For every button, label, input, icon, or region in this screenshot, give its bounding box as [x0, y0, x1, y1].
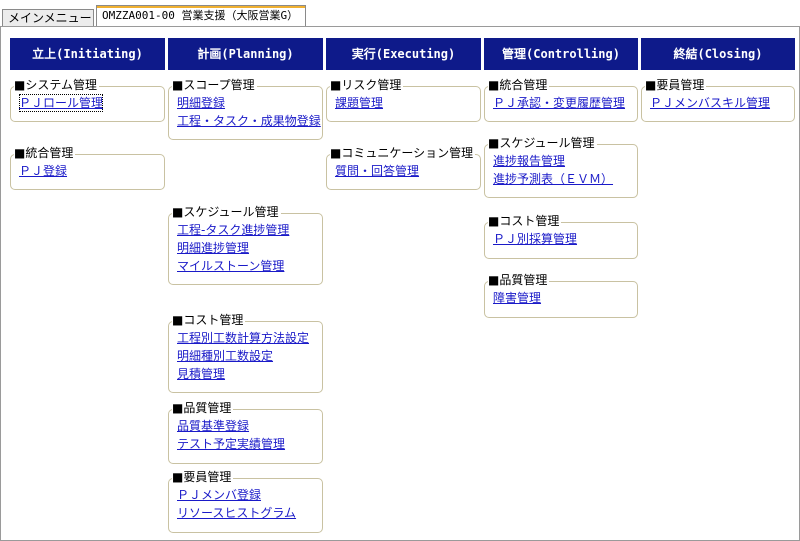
group-title: ■品質管理 — [488, 273, 550, 287]
tab-main-menu[interactable]: メインメニュー — [2, 9, 94, 27]
group-title: ■要員管理 — [172, 470, 234, 484]
link-progress-report[interactable]: 進捗報告管理 — [493, 152, 637, 170]
phase-header-controlling: 管理(Controlling) — [484, 38, 638, 70]
phase-header-closing: 終結(Closing) — [641, 38, 795, 70]
link-pj-approval-change-history[interactable]: ＰＪ承認・変更履歴管理 — [493, 94, 637, 112]
phase-header-initiating: 立上(Initiating) — [10, 38, 165, 70]
group-title: ■コスト管理 — [488, 214, 562, 228]
group-title: ■統合管理 — [14, 146, 76, 160]
group-box: 進捗報告管理 進捗予測表（ＥＶＭ） — [484, 144, 638, 198]
group-title: ■スコープ管理 — [172, 78, 257, 92]
group-box: 明細登録 工程・タスク・成果物登録 — [168, 86, 323, 140]
group-title: ■コミュニケーション管理 — [330, 146, 476, 160]
link-qa-management[interactable]: 質問・回答管理 — [335, 162, 480, 180]
group-title: ■統合管理 — [488, 78, 550, 92]
link-pj-registration[interactable]: ＰＪ登録 — [19, 162, 164, 180]
group-title: ■スケジュール管理 — [172, 205, 281, 219]
link-detail-type-effort-setting[interactable]: 明細種別工数設定 — [177, 347, 322, 365]
link-pj-role-management[interactable]: ＰＪロール管理 — [19, 94, 104, 112]
group-title: ■要員管理 — [645, 78, 707, 92]
phase-header-planning: 計画(Planning) — [168, 38, 323, 70]
link-detail-registration[interactable]: 明細登録 — [177, 94, 322, 112]
link-pj-member-registration[interactable]: ＰＪメンバ登録 — [177, 486, 322, 504]
link-resource-histogram[interactable]: リソースヒストグラム — [177, 504, 322, 522]
link-issue-management[interactable]: 課題管理 — [335, 94, 480, 112]
link-pj-member-skill[interactable]: ＰＪメンバスキル管理 — [650, 94, 794, 112]
group-title: ■リスク管理 — [330, 78, 404, 92]
group-title: ■品質管理 — [172, 401, 234, 415]
group-title: ■コスト管理 — [172, 313, 246, 327]
phase-header-executing: 実行(Executing) — [326, 38, 481, 70]
link-detail-progress[interactable]: 明細進捗管理 — [177, 239, 322, 257]
link-quality-standard-registration[interactable]: 品質基準登録 — [177, 417, 322, 435]
link-test-plan-actual[interactable]: テスト予定実績管理 — [177, 435, 322, 453]
link-estimate-management[interactable]: 見積管理 — [177, 365, 322, 383]
link-pj-profitability[interactable]: ＰＪ別採算管理 — [493, 230, 637, 248]
group-box: 品質基準登録 テスト予定実績管理 — [168, 409, 323, 464]
link-process-task-deliverable-registration[interactable]: 工程・タスク・成果物登録 — [177, 112, 322, 130]
tab-strip: メインメニュー OMZZA001-00 営業支援（大阪営業G） — [0, 0, 800, 27]
group-title: ■システム管理 — [14, 78, 99, 92]
link-progress-forecast-evm[interactable]: 進捗予測表（ＥＶＭ） — [493, 170, 637, 188]
link-milestone-management[interactable]: マイルストーン管理 — [177, 257, 322, 275]
link-process-effort-calc-setting[interactable]: 工程別工数計算方法設定 — [177, 329, 322, 347]
group-title: ■スケジュール管理 — [488, 136, 597, 150]
link-defect-management[interactable]: 障害管理 — [493, 289, 637, 307]
group-box: ＰＪメンバ登録 リソースヒストグラム — [168, 478, 323, 533]
link-process-task-progress[interactable]: 工程-タスク進捗管理 — [177, 221, 322, 239]
group-box: 工程別工数計算方法設定 明細種別工数設定 見積管理 — [168, 321, 323, 393]
tab-sales-support[interactable]: OMZZA001-00 営業支援（大阪営業G） — [96, 5, 306, 27]
group-box: 工程-タスク進捗管理 明細進捗管理 マイルストーン管理 — [168, 213, 323, 285]
